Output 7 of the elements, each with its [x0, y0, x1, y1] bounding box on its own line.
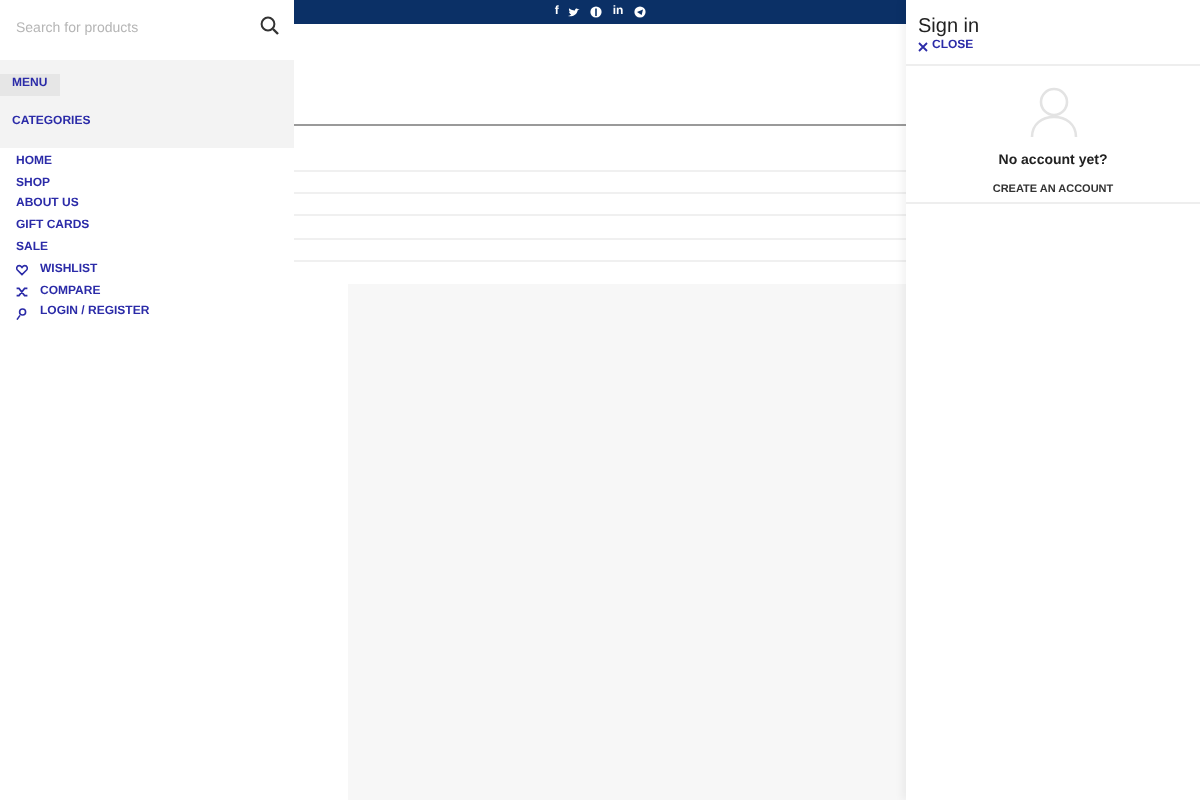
shuffle-icon — [16, 286, 28, 299]
panel-title: Sign in — [918, 16, 982, 38]
close-icon — [918, 42, 928, 52]
bird-icon[interactable] — [568, 7, 581, 17]
heart-icon — [16, 264, 28, 277]
search-icon[interactable] — [260, 16, 280, 36]
send-icon[interactable] — [633, 6, 646, 18]
